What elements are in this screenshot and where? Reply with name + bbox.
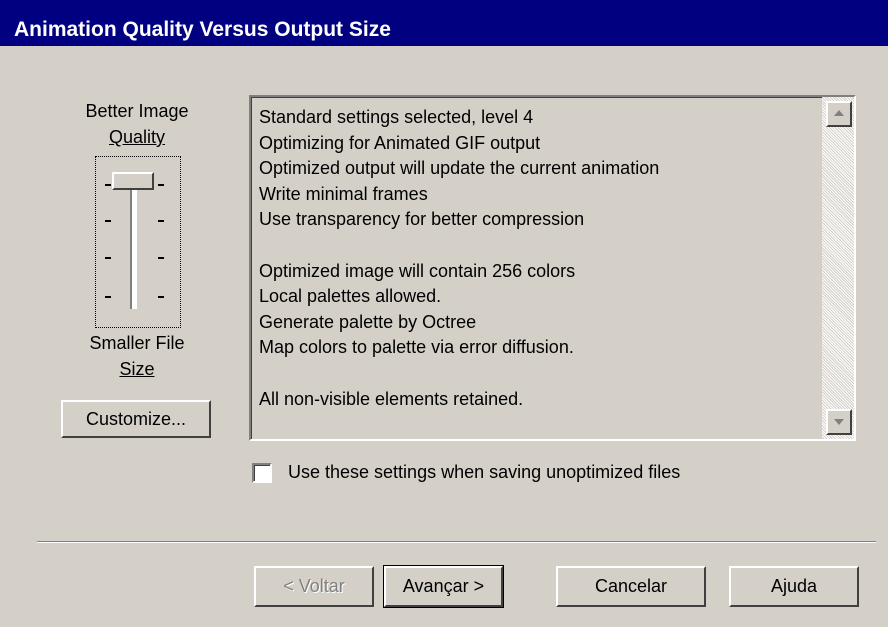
slider-top-label-line2: Quality (108, 127, 166, 147)
settings-summary-box[interactable]: Standard settings selected, level 4 Optim… (249, 95, 856, 441)
slider-top-label: Better Image Quality (70, 98, 204, 150)
title-bar: Animation Quality Versus Output Size (0, 0, 888, 46)
scroll-up-button[interactable] (826, 101, 852, 127)
back-button[interactable]: < Voltar (254, 566, 374, 607)
settings-summary-line: All non-visible elements retained. (259, 388, 524, 409)
settings-summary-line: Optimized image will contain 256 colors (259, 260, 576, 281)
customize-button[interactable]: Customize... (61, 400, 211, 438)
slider-top-label-line1: Better Image (85, 101, 189, 121)
slider-bottom-label-line1: Smaller File (89, 333, 185, 353)
settings-summary-line: Generate palette by Octree (259, 311, 477, 332)
cancel-button[interactable]: Cancelar (556, 566, 706, 607)
settings-summary-line: Optimized output will update the current… (259, 158, 660, 179)
up-arrow-icon (834, 110, 844, 116)
quality-slider-thumb[interactable] (112, 172, 154, 190)
settings-summary-line (259, 233, 819, 259)
cancel-button-label: Cancelar (594, 576, 668, 596)
window-title: Animation Quality Versus Output Size (14, 18, 391, 41)
settings-summary-line (259, 361, 819, 387)
customize-button-label: Customize... (85, 408, 187, 429)
back-button-label: < Voltar (283, 576, 345, 596)
settings-summary-line: Write minimal frames (259, 183, 428, 204)
down-arrow-icon (834, 419, 844, 425)
scroll-down-button[interactable] (826, 409, 852, 435)
help-button[interactable]: Ajuda (729, 566, 859, 607)
use-settings-checkbox[interactable] (252, 463, 272, 483)
quality-slider-track[interactable] (130, 184, 137, 309)
settings-summary-line: Standard settings selected, level 4 (259, 107, 534, 127)
footer-separator (37, 541, 876, 543)
use-settings-checkbox-label[interactable]: Use these settings when saving unoptimiz… (288, 462, 680, 483)
settings-summary-text: Standard settings selected, level 4 Optim… (259, 105, 819, 412)
settings-summary-line: Map colors to palette via error diffusio… (259, 337, 574, 358)
settings-summary-line: Optimizing for Animated GIF output (259, 132, 541, 153)
settings-summary-line: Use transparency for better compression (259, 209, 585, 230)
slider-bottom-label-line2: Size (119, 359, 155, 379)
settings-summary-line: Local palettes allowed. (259, 286, 442, 307)
vertical-scrollbar[interactable] (822, 97, 854, 439)
slider-bottom-label: Smaller File Size (70, 330, 204, 382)
next-button[interactable]: Avançar > (383, 565, 504, 608)
next-button-label: Avançar > (402, 576, 485, 596)
help-button-label: Ajuda (770, 576, 818, 596)
